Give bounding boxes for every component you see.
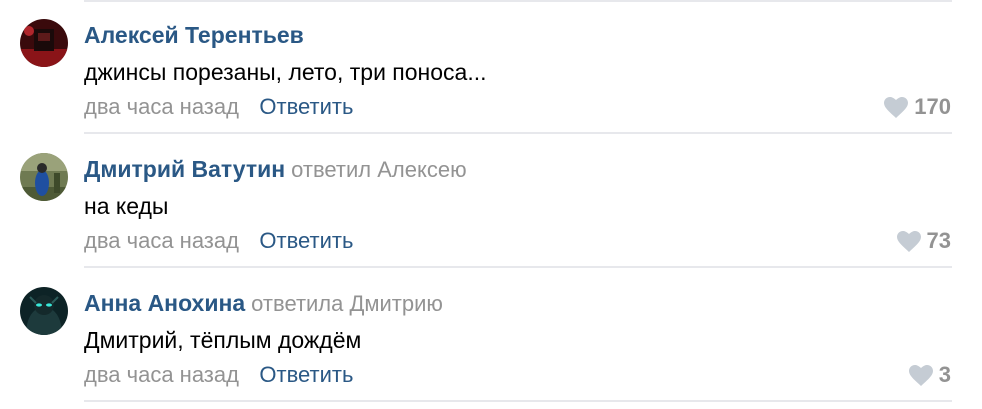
author-name[interactable]: Алексей Терентьев (84, 22, 304, 48)
comment-meta: два часа назад Ответить (84, 92, 353, 125)
comment-time[interactable]: два часа назад (84, 228, 239, 253)
reply-button[interactable]: Ответить (259, 94, 353, 119)
comments-list: Алексей Терентьев джинсы порезаны, лето,… (0, 0, 982, 409)
like-button[interactable]: 3 (908, 360, 951, 390)
avatar[interactable] (20, 287, 68, 335)
likes-count: 170 (914, 94, 951, 119)
comment-meta: два часа назад Ответить (84, 360, 353, 393)
comment-text: на кеды (84, 193, 169, 219)
author-line: Дмитрий Ватутин ответил Алексею (84, 154, 467, 188)
comment-divider (84, 400, 952, 402)
comment-item: Анна Анохина ответила Дмитрию Дмитрий, тё… (0, 268, 982, 402)
comment-time[interactable]: два часа назад (84, 94, 239, 119)
comment-meta: два часа назад Ответить (84, 226, 353, 259)
reply-to-label[interactable]: ответил Алексею (291, 157, 466, 182)
heart-icon (908, 364, 933, 386)
likes-count: 73 (926, 228, 951, 253)
avatar[interactable] (20, 19, 68, 67)
heart-icon (896, 230, 921, 252)
comment-text: джинсы порезаны, лето, три поноса... (84, 59, 487, 85)
author-line: Алексей Терентьев (84, 20, 304, 54)
like-button[interactable]: 170 (884, 92, 951, 122)
heart-icon (884, 96, 909, 118)
comment-time[interactable]: два часа назад (84, 362, 239, 387)
reply-button[interactable]: Ответить (259, 228, 353, 253)
comment-text: Дмитрий, тёплым дождём (84, 327, 362, 353)
comment-item: Дмитрий Ватутин ответил Алексею на кеды д… (0, 134, 982, 268)
like-button[interactable]: 73 (896, 226, 951, 256)
likes-count: 3 (938, 362, 951, 387)
reply-button[interactable]: Ответить (259, 362, 353, 387)
author-name[interactable]: Анна Анохина (84, 290, 245, 316)
author-name[interactable]: Дмитрий Ватутин (84, 156, 285, 182)
author-line: Анна Анохина ответила Дмитрию (84, 288, 443, 322)
avatar[interactable] (20, 153, 68, 201)
reply-to-label[interactable]: ответила Дмитрию (251, 291, 443, 316)
comment-item: Алексей Терентьев джинсы порезаны, лето,… (0, 0, 982, 134)
